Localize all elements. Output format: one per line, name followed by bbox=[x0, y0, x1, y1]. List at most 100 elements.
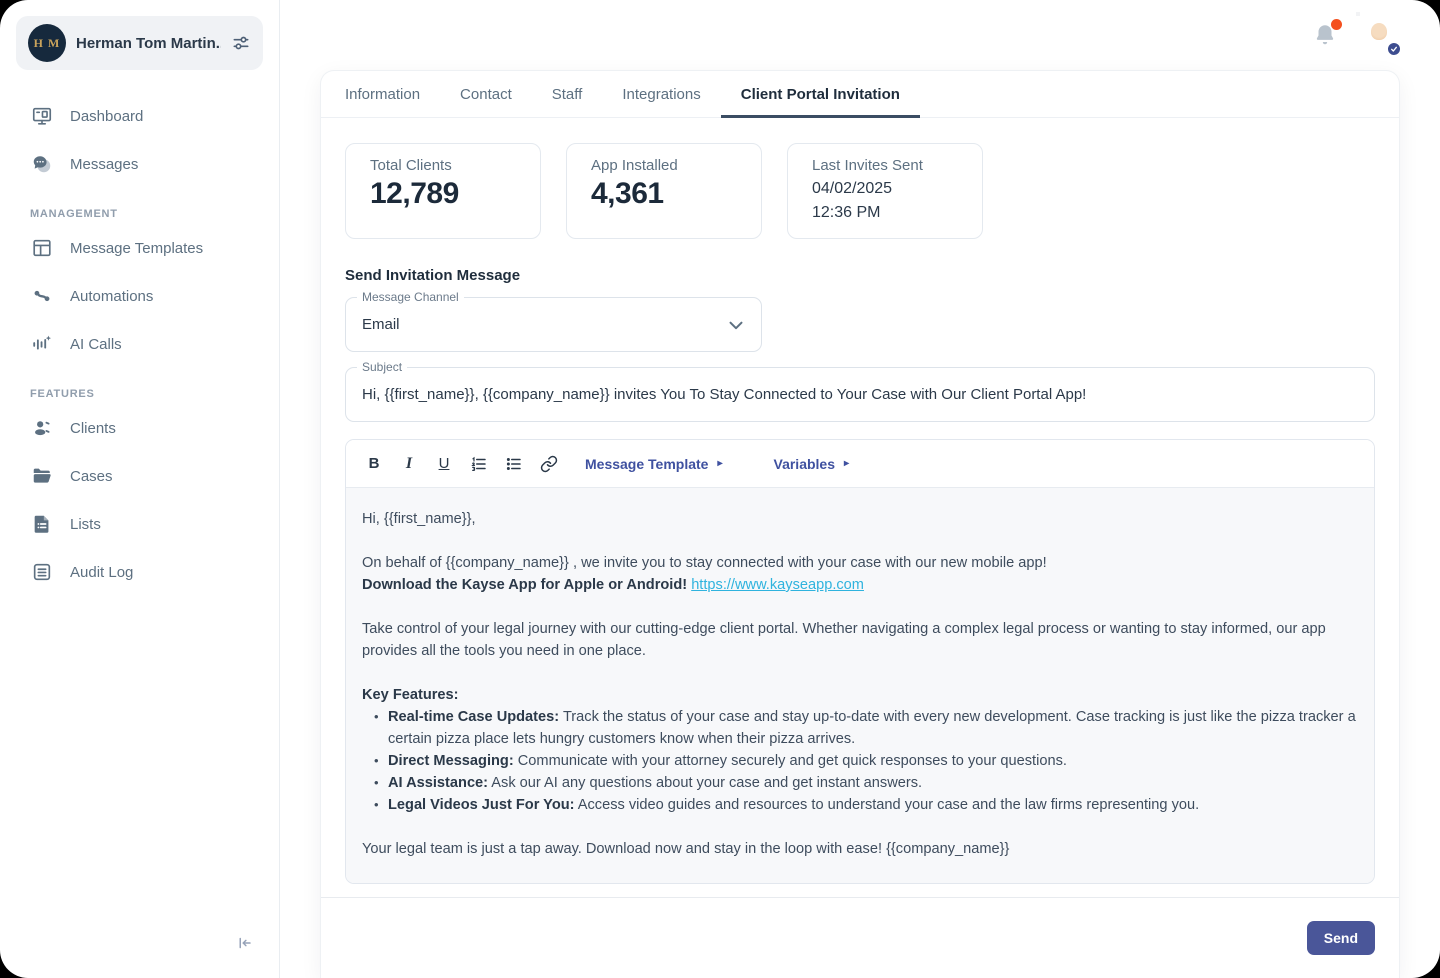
tab-client-portal-invitation[interactable]: Client Portal Invitation bbox=[721, 71, 920, 117]
subject-input[interactable]: Subject Hi, {{first_name}}, {{company_na… bbox=[345, 367, 1375, 422]
take-control-paragraph: Take control of your legal journey with … bbox=[362, 618, 1358, 662]
sidebar-item-ai-calls[interactable]: AI Calls bbox=[16, 320, 263, 368]
client-portal-card: Information Contact Staff Integrations C… bbox=[320, 70, 1400, 978]
dashboard-icon bbox=[30, 105, 53, 128]
account-switcher[interactable]: H M Herman Tom Martin... bbox=[16, 16, 263, 70]
messages-icon bbox=[30, 153, 53, 176]
sidebar-item-label: AI Calls bbox=[70, 336, 122, 353]
message-editor: B I U Message Template bbox=[345, 439, 1375, 884]
stats-row: Total Clients 12,789 App Installed 4,361… bbox=[345, 143, 1375, 239]
card-footer: Send bbox=[321, 897, 1399, 978]
bullet-list-button[interactable] bbox=[501, 451, 527, 477]
caret-right-icon: ▸ bbox=[844, 458, 849, 469]
sidebar-item-label: Message Templates bbox=[70, 240, 203, 257]
sidebar-item-audit-log[interactable]: Audit Log bbox=[16, 548, 263, 596]
sidebar-item-label: Automations bbox=[70, 288, 153, 305]
tab-integrations[interactable]: Integrations bbox=[602, 71, 720, 117]
subject-value: Hi, {{first_name}}, {{company_name}} inv… bbox=[362, 386, 1330, 403]
stat-label: Total Clients bbox=[370, 157, 516, 174]
lists-icon bbox=[30, 513, 53, 536]
sidebar-item-messages[interactable]: Messages bbox=[16, 140, 263, 188]
subject-label: Subject bbox=[357, 360, 407, 374]
notifications-bell-icon[interactable] bbox=[1312, 22, 1338, 48]
stat-time: 12:36 PM bbox=[812, 201, 958, 225]
stat-app-installed: App Installed 4,361 bbox=[566, 143, 762, 239]
link-button[interactable] bbox=[536, 451, 562, 477]
tab-bar: Information Contact Staff Integrations C… bbox=[321, 71, 1399, 118]
stat-value: 4,361 bbox=[591, 177, 737, 211]
firm-logo-avatar: H M bbox=[28, 24, 66, 62]
variables-label: Variables bbox=[774, 456, 836, 472]
user-avatar[interactable] bbox=[1358, 14, 1400, 56]
topbar bbox=[320, 0, 1400, 70]
sidebar-section-features: FEATURES bbox=[30, 388, 263, 400]
chevron-down-icon bbox=[725, 314, 747, 336]
stat-label: App Installed bbox=[591, 157, 737, 174]
editor-toolbar: B I U Message Template bbox=[346, 440, 1374, 488]
feature-item: Legal Videos Just For You: Access video … bbox=[374, 794, 1358, 816]
italic-button[interactable]: I bbox=[396, 451, 422, 477]
feature-item: Direct Messaging: Communicate with your … bbox=[374, 750, 1358, 772]
sidebar-item-message-templates[interactable]: Message Templates bbox=[16, 224, 263, 272]
download-bold: Download the Kayse App for Apple or Andr… bbox=[362, 577, 687, 593]
sidebar-item-label: Dashboard bbox=[70, 108, 143, 125]
sidebar-collapse-icon[interactable] bbox=[235, 934, 253, 952]
stat-date: 04/02/2025 bbox=[812, 177, 958, 201]
clients-icon bbox=[30, 417, 53, 440]
sidebar-item-automations[interactable]: Automations bbox=[16, 272, 263, 320]
key-features-title: Key Features: bbox=[362, 684, 1358, 706]
ordered-list-button[interactable] bbox=[466, 451, 492, 477]
sidebar-item-cases[interactable]: Cases bbox=[16, 452, 263, 500]
caret-right-icon: ▸ bbox=[717, 458, 722, 469]
sidebar-item-lists[interactable]: Lists bbox=[16, 500, 263, 548]
message-channel-value: Email bbox=[362, 316, 717, 333]
verified-badge-icon bbox=[1386, 41, 1402, 57]
main-area: Information Contact Staff Integrations C… bbox=[280, 0, 1440, 978]
tab-information[interactable]: Information bbox=[325, 71, 440, 117]
sidebar-item-label: Messages bbox=[70, 156, 138, 173]
send-invitation-heading: Send Invitation Message bbox=[345, 267, 1375, 284]
sidebar: H M Herman Tom Martin... Dashboard Messa… bbox=[0, 0, 280, 978]
greeting-line: Hi, {{first_name}}, bbox=[362, 508, 1358, 530]
feature-item: Real-time Case Updates: Track the status… bbox=[374, 706, 1358, 750]
tab-content: Total Clients 12,789 App Installed 4,361… bbox=[321, 118, 1399, 897]
automations-icon bbox=[30, 285, 53, 308]
account-name: Herman Tom Martin... bbox=[76, 35, 221, 52]
sidebar-item-label: Audit Log bbox=[70, 564, 133, 581]
stat-value: 12,789 bbox=[370, 177, 516, 211]
sidebar-section-management: MANAGEMENT bbox=[30, 208, 263, 220]
message-channel-label: Message Channel bbox=[357, 290, 464, 304]
tab-staff[interactable]: Staff bbox=[532, 71, 603, 117]
stat-last-invites-sent: Last Invites Sent 04/02/2025 12:36 PM bbox=[787, 143, 983, 239]
message-template-label: Message Template bbox=[585, 456, 708, 472]
invite-line: On behalf of {{company_name}} , we invit… bbox=[362, 552, 1358, 574]
notification-dot bbox=[1331, 19, 1342, 30]
underline-button[interactable]: U bbox=[431, 451, 457, 477]
sidebar-item-dashboard[interactable]: Dashboard bbox=[16, 92, 263, 140]
stat-label: Last Invites Sent bbox=[812, 157, 958, 174]
sidebar-item-label: Clients bbox=[70, 420, 116, 437]
feature-item: AI Assistance: Ask our AI any questions … bbox=[374, 772, 1358, 794]
features-list: Real-time Case Updates: Track the status… bbox=[362, 706, 1358, 816]
closing-line: Your legal team is just a tap away. Down… bbox=[362, 838, 1358, 860]
tab-contact[interactable]: Contact bbox=[440, 71, 532, 117]
ai-calls-icon bbox=[30, 333, 53, 356]
audit-log-icon bbox=[30, 561, 53, 584]
send-button[interactable]: Send bbox=[1307, 921, 1375, 955]
message-channel-select[interactable]: Message Channel Email bbox=[345, 297, 762, 352]
kayseapp-link[interactable]: https://www.kayseapp.com bbox=[691, 577, 864, 593]
stat-total-clients: Total Clients 12,789 bbox=[345, 143, 541, 239]
templates-icon bbox=[30, 237, 53, 260]
cases-icon bbox=[30, 465, 53, 488]
sidebar-item-label: Lists bbox=[70, 516, 101, 533]
download-line: Download the Kayse App for Apple or Andr… bbox=[362, 574, 1358, 596]
sidebar-item-clients[interactable]: Clients bbox=[16, 404, 263, 452]
message-template-menu[interactable]: Message Template ▸ bbox=[585, 456, 723, 472]
editor-content[interactable]: Hi, {{first_name}}, On behalf of {{compa… bbox=[346, 488, 1374, 883]
account-settings-sliders-icon[interactable] bbox=[231, 33, 251, 53]
sidebar-item-label: Cases bbox=[70, 468, 113, 485]
variables-menu[interactable]: Variables ▸ bbox=[774, 456, 850, 472]
bold-button[interactable]: B bbox=[361, 451, 387, 477]
sidebar-nav: Dashboard Messages MANAGEMENT Message Te… bbox=[16, 92, 263, 596]
app-window: H M Herman Tom Martin... Dashboard Messa… bbox=[0, 0, 1440, 978]
